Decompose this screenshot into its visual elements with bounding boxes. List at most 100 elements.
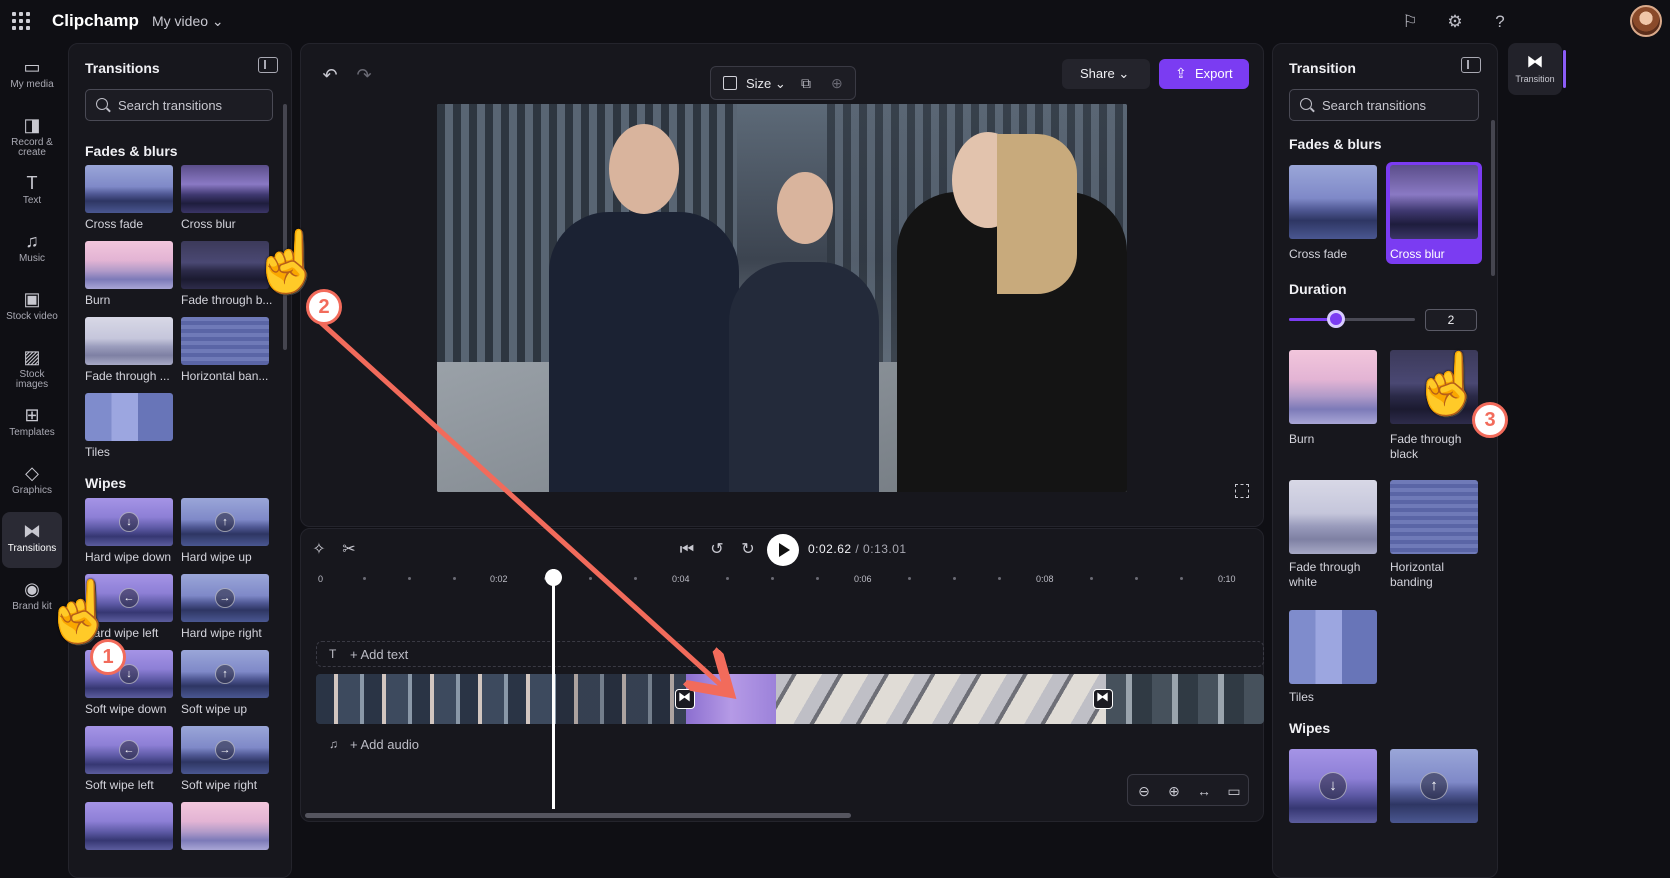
fit-timeline-icon[interactable]: ↔ (1194, 781, 1214, 801)
nav-graphics[interactable]: ◇ Graphics (2, 454, 62, 510)
nav-stock-images[interactable]: ▨ Stock images (2, 338, 62, 394)
upload-icon: ⇪ (1175, 65, 1187, 81)
ruler-tick (1180, 577, 1183, 580)
slider-knob[interactable] (1326, 310, 1345, 328)
crop-icon[interactable] (723, 76, 737, 90)
transition-tile-horizontal-banding[interactable]: Horizontal ban... (181, 317, 269, 383)
nav-record-create[interactable]: ◨ Record & create (2, 106, 62, 162)
transition-tile-tiles[interactable]: Tiles (85, 393, 173, 459)
transition-tile-cross-blur[interactable]: Cross blur (181, 165, 269, 231)
audio-track[interactable]: ♫ + Add audio (316, 731, 1264, 757)
redo-icon[interactable]: ↷ (354, 65, 374, 85)
collapse-panel-icon[interactable] (258, 57, 278, 73)
transition-tile-horizontal-banding[interactable]: Horizontal banding (1390, 480, 1478, 589)
video-track[interactable] (316, 674, 1264, 724)
skip-back-icon[interactable]: ⏮ (677, 540, 697, 560)
video-clip[interactable] (1106, 674, 1264, 724)
tile-label: Hard wipe right (181, 626, 262, 640)
nav-stock-video[interactable]: ▣ Stock video (2, 280, 62, 336)
video-clip[interactable] (316, 674, 556, 724)
transition-tile-tiles[interactable]: Tiles (1289, 610, 1377, 704)
film-icon: ▣ (23, 289, 41, 309)
transitions-search[interactable] (85, 89, 278, 121)
transition-marker[interactable] (675, 689, 695, 709)
app-launcher-icon[interactable] (10, 10, 32, 32)
search-input[interactable] (1322, 90, 1482, 120)
transition-tile-fade-white[interactable]: Fade through ... (85, 317, 173, 383)
transition-tile-hard-wipe-right[interactable]: → Hard wipe right (181, 574, 269, 640)
nav-transitions[interactable]: ⧓ Transitions (2, 512, 62, 568)
zoom-out-icon[interactable]: ⊖ (1134, 781, 1154, 801)
nav-my-media[interactable]: ▭ My media (2, 48, 62, 104)
share-button[interactable]: Share ⌄ (1062, 59, 1150, 89)
add-icon[interactable]: ⊕ (831, 75, 843, 92)
avatar[interactable] (1630, 5, 1662, 37)
gear-icon[interactable]: ⚙ (1443, 10, 1467, 34)
nav-label: Stock video (6, 311, 58, 322)
play-button[interactable] (767, 534, 799, 566)
size-button[interactable]: Size ⌄ (746, 76, 786, 92)
time-ruler[interactable]: 0 0:02 0:04 0:06 0:08 0:10 (318, 569, 1248, 589)
video-preview[interactable] (437, 104, 1127, 492)
text-track[interactable]: T + Add text (316, 641, 1264, 667)
step-badge-3: 3 (1472, 402, 1508, 438)
transition-tile-burn[interactable]: Burn (85, 241, 173, 307)
properties-search[interactable] (1289, 89, 1482, 121)
project-title[interactable]: My video (152, 13, 208, 29)
rail-transition[interactable]: ⧓ Transition (1508, 43, 1562, 95)
transition-tile-burn[interactable]: Burn (1289, 350, 1377, 446)
search-icon (96, 98, 108, 110)
nav-text[interactable]: T Text (2, 164, 62, 220)
fit-icon[interactable]: ⧉ (801, 75, 811, 92)
ruler-tick (953, 577, 956, 580)
arrow-right-icon: → (215, 588, 235, 608)
person-head (609, 124, 679, 214)
panel-scrollbar[interactable] (283, 104, 287, 350)
transition-overlay[interactable] (686, 674, 776, 724)
duration-input[interactable] (1425, 309, 1477, 331)
transition-tile-soft-wipe-right[interactable]: → Soft wipe right (181, 726, 269, 792)
transition-marker[interactable] (1093, 689, 1113, 709)
arrow-down-icon: ↓ (1319, 772, 1347, 800)
collapse-panel-icon[interactable] (1461, 57, 1481, 73)
nav-templates[interactable]: ⊞ Templates (2, 396, 62, 452)
transition-tile-soft-wipe-up[interactable]: ↑ Soft wipe up (181, 650, 269, 716)
playhead[interactable] (545, 569, 562, 809)
transition-tile-cross-fade[interactable]: Cross fade (85, 165, 173, 231)
transition-tile-hard-wipe-up[interactable]: ↑ Hard wipe up (181, 498, 269, 564)
panel-scrollbar[interactable] (1491, 120, 1495, 276)
tile-label: Cross fade (1289, 247, 1348, 261)
camera-icon: ◨ (23, 115, 41, 135)
ruler-tick (363, 577, 366, 580)
transition-tile-soft-wipe-left[interactable]: ← Soft wipe left (85, 726, 173, 792)
transition-tile-cross-blur-selected[interactable]: Cross blur (1390, 165, 1478, 261)
scissors-icon[interactable]: ✂ (339, 540, 359, 560)
search-input[interactable] (118, 90, 278, 120)
undo-icon[interactable]: ↶ (320, 65, 340, 85)
help-icon[interactable]: ? (1488, 10, 1512, 34)
transition-tile-fade-white[interactable]: Fade through white (1289, 480, 1377, 589)
feedback-icon[interactable]: ⚐ (1398, 10, 1422, 34)
transition-tile-cross-fade[interactable]: Cross fade (1289, 165, 1377, 261)
forward-5-icon[interactable]: ↻ (738, 540, 758, 560)
captions-icon[interactable]: ▭ (1224, 781, 1244, 801)
ruler-label: 0:02 (490, 574, 508, 584)
export-button[interactable]: ⇪ Export (1159, 59, 1249, 89)
nav-music[interactable]: ♫ Music (2, 222, 62, 278)
fullscreen-icon[interactable] (1235, 484, 1249, 498)
project-title-dropdown[interactable]: My video ⌄ (152, 13, 224, 30)
timeline-scrollbar[interactable] (305, 813, 851, 818)
tile-label: Soft wipe right (181, 778, 258, 792)
video-clip[interactable] (776, 674, 1106, 724)
transition-tile-partial[interactable] (85, 802, 173, 850)
duration-slider[interactable] (1289, 310, 1415, 328)
rewind-5-icon[interactable]: ↺ (707, 540, 727, 560)
transition-tile-hard-wipe-up[interactable]: ↑ (1390, 749, 1478, 823)
transition-tile-hard-wipe-down[interactable]: ↓ Hard wipe down (85, 498, 173, 564)
magic-icon[interactable]: ✧ (309, 540, 329, 560)
zoom-in-icon[interactable]: ⊕ (1164, 781, 1184, 801)
transition-tile-partial[interactable] (181, 802, 269, 850)
video-clip[interactable] (556, 674, 686, 724)
chevron-down-icon: ⌄ (1118, 66, 1130, 81)
transition-tile-hard-wipe-down[interactable]: ↓ (1289, 749, 1377, 823)
